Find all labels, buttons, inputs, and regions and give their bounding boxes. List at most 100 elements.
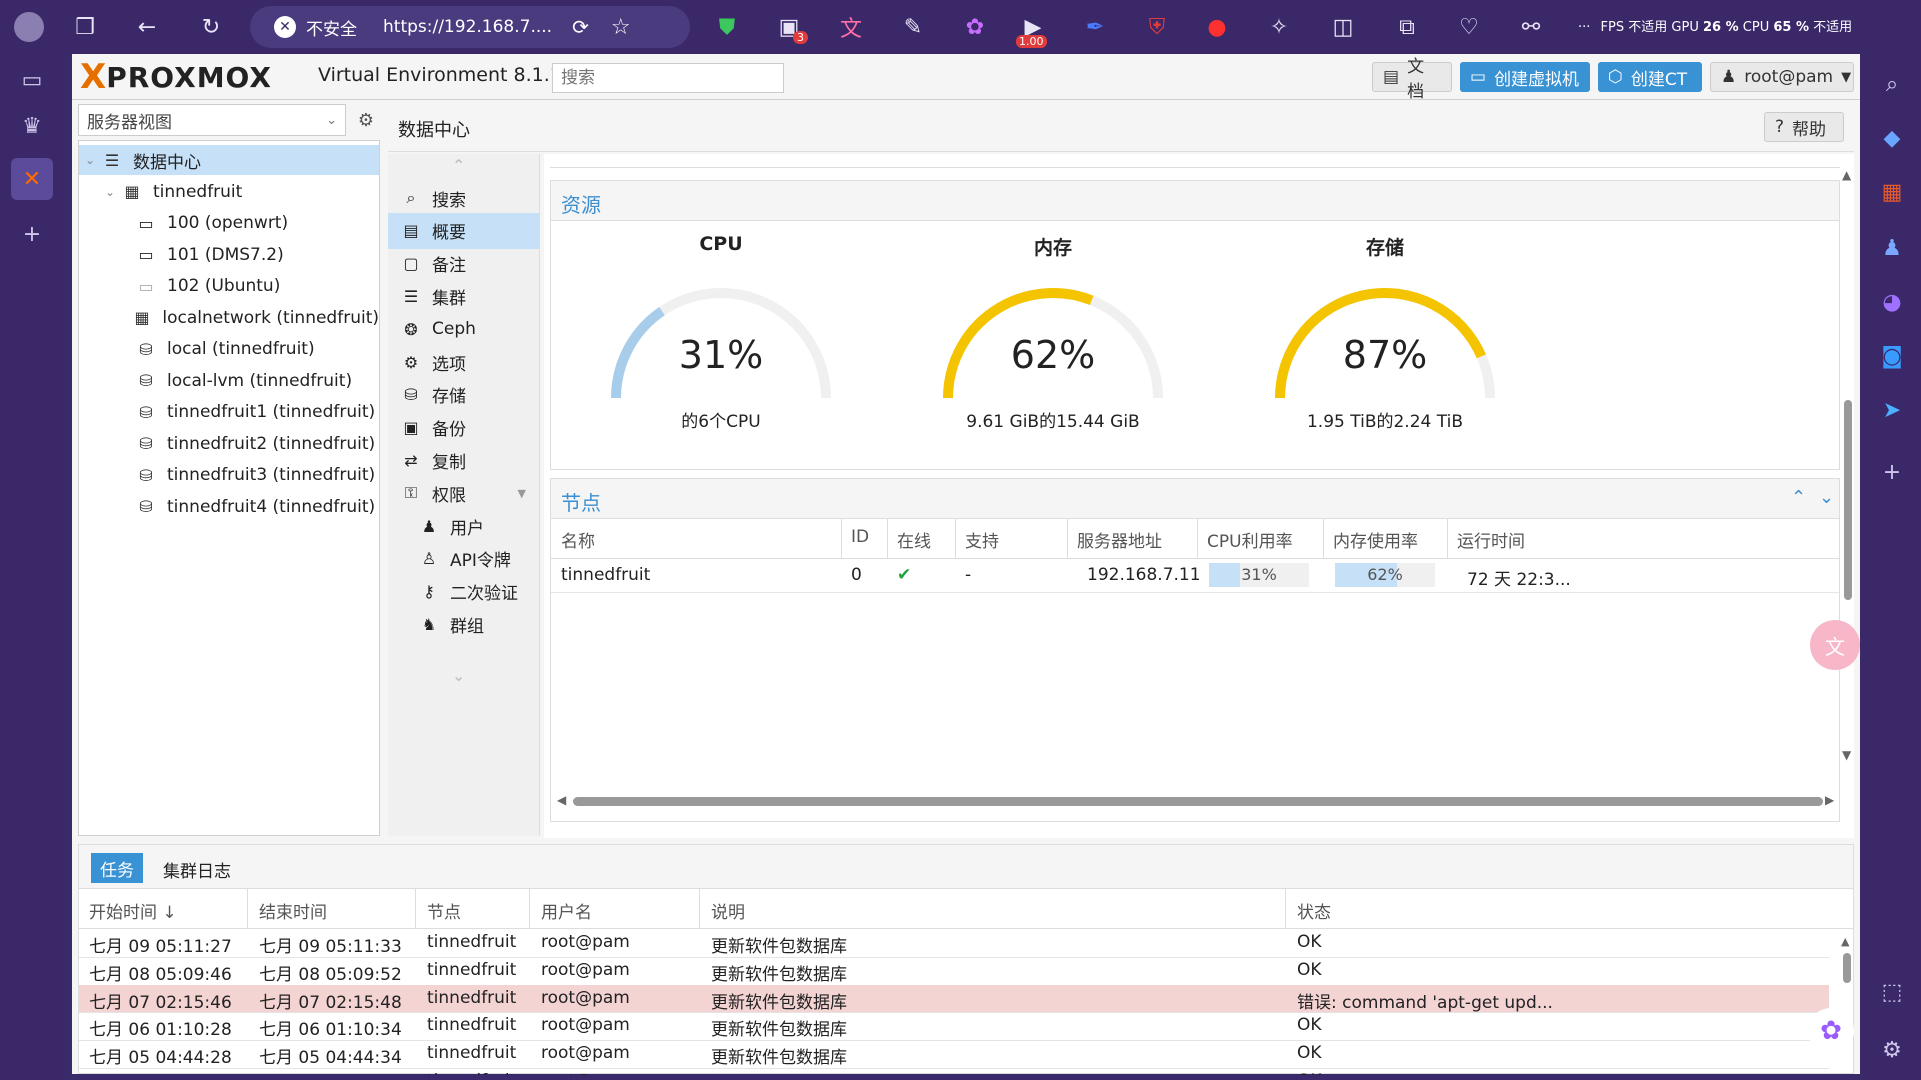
tree-item[interactable]: ▭ 100 (openwrt)	[79, 208, 379, 238]
collapse-down-icon[interactable]: ⌄	[1819, 487, 1834, 508]
task-row[interactable]: 七月 06 01:10:28 七月 06 01:10:34 tinnedfruit r…	[79, 1012, 1829, 1042]
nodes-column-header[interactable]: 内存使用率	[1333, 527, 1418, 552]
back-icon[interactable]: ←	[130, 10, 164, 44]
copilot-extension-icon[interactable]: ✿	[958, 10, 992, 44]
floating-translate-icon[interactable]: 文	[1810, 620, 1860, 670]
nodes-column-header[interactable]: CPU利用率	[1207, 527, 1293, 552]
nodes-horizontal-scrollbar[interactable]: ◀ ▶	[557, 793, 1837, 809]
summary-vertical-scrollbar[interactable]: ▲ ▼	[1842, 168, 1854, 768]
column-divider[interactable]	[1197, 519, 1198, 559]
menu-scroll-down-icon[interactable]: ⌄	[452, 666, 465, 685]
tasks-column-header[interactable]: 开始时间 ↓	[89, 898, 177, 923]
tree-item[interactable]: ⛁ local-lvm (tinnedfruit)	[79, 366, 379, 396]
view-selector[interactable]: 服务器视图 ⌄	[78, 104, 346, 136]
task-row[interactable]: 七月 07 02:15:46 七月 07 02:15:48 tinnedfruit r…	[79, 984, 1829, 1014]
tab-favicon-icon[interactable]: ♛	[14, 108, 50, 144]
menu-item[interactable]: ❂ Ceph	[388, 311, 540, 347]
menu-item[interactable]: ⌕ 搜索	[388, 180, 540, 216]
nodes-column-header[interactable]: 在线	[897, 527, 931, 552]
sidebar-search-icon[interactable]: ⌕	[1874, 66, 1910, 102]
task-row[interactable]: 七月 09 05:11:27 七月 09 05:11:33 tinnedfruit r…	[79, 929, 1829, 958]
column-divider[interactable]	[1447, 519, 1448, 559]
tree-expand-chevron-icon[interactable]: ⌄	[85, 153, 99, 167]
column-divider[interactable]	[1285, 889, 1286, 929]
user-menu-button[interactable]: ♟ root@pam ▼	[1710, 62, 1854, 92]
tasks-column-header[interactable]: 用户名	[541, 898, 592, 923]
cursor-extension-icon[interactable]: ✎	[896, 10, 930, 44]
tree-item[interactable]: ⛁ local (tinnedfruit)	[79, 334, 379, 364]
nodes-column-header[interactable]: ID	[851, 527, 869, 547]
sidebar-copilot-icon[interactable]: ◕	[1874, 284, 1910, 320]
sidebar-add-icon[interactable]: +	[1874, 454, 1910, 490]
tree-item[interactable]: ⛁ tinnedfruit2 (tinnedfruit)	[79, 429, 379, 459]
reload-icon[interactable]: ↻	[194, 10, 228, 44]
sidebar-send-icon[interactable]: ➤	[1874, 392, 1910, 428]
sidebar-capture-icon[interactable]: ⬚	[1874, 974, 1910, 1010]
create-vm-button[interactable]: ▭ 创建虚拟机	[1460, 62, 1590, 92]
translate-icon[interactable]: ⟳	[572, 15, 589, 39]
speed-extension-icon[interactable]: ▶ 1.00	[1016, 10, 1050, 48]
collections-icon[interactable]: ⧉	[1390, 10, 1424, 44]
tab-list-icon[interactable]: ▭	[14, 62, 50, 98]
scroll-right-icon[interactable]: ▶	[1825, 793, 1834, 807]
menu-item[interactable]: ⇄ 复制	[388, 442, 540, 478]
column-divider[interactable]	[247, 889, 248, 929]
column-divider[interactable]	[529, 889, 530, 929]
scroll-left-icon[interactable]: ◀	[557, 793, 566, 807]
scroll-thumb[interactable]	[573, 797, 1823, 806]
column-divider[interactable]	[699, 889, 700, 929]
sidebar-tools-icon[interactable]: ▦	[1874, 174, 1910, 210]
tasks-scroll-up-icon[interactable]: ▲	[1841, 935, 1849, 948]
menu-item[interactable]: ♙ API令牌	[388, 541, 540, 577]
column-divider[interactable]	[841, 519, 842, 559]
sidebar-tag-icon[interactable]: ◆	[1874, 120, 1910, 156]
tab-proxmox-icon[interactable]: ✕	[11, 158, 53, 200]
create-ct-button[interactable]: ⬡ 创建CT	[1598, 62, 1702, 92]
nodes-column-header[interactable]: 支持	[965, 527, 999, 552]
shield-extension-icon[interactable]: ⛊	[710, 10, 744, 44]
tasks-column-header[interactable]: 节点	[427, 898, 461, 923]
sidebar-person-icon[interactable]: ♟	[1874, 230, 1910, 266]
task-row[interactable]: 七月 05 04:44:28 七月 05 04:44:34 tinnedfruit r…	[79, 1040, 1829, 1069]
tree-item[interactable]: ⛁ tinnedfruit3 (tinnedfruit)	[79, 460, 379, 490]
tasks-column-header[interactable]: 状态	[1297, 898, 1331, 923]
nodes-column-header[interactable]: 服务器地址	[1077, 527, 1162, 552]
workspaces-icon[interactable]: ❒	[68, 10, 102, 44]
column-divider[interactable]	[887, 519, 888, 559]
tree-item[interactable]: ▦ localnetwork (tinnedfruit)	[79, 303, 379, 333]
nodes-column-header[interactable]: 运行时间	[1457, 527, 1525, 552]
tree-item[interactable]: ▭ 101 (DMS7.2)	[79, 240, 379, 270]
menu-item[interactable]: ☰ 集群	[388, 278, 540, 314]
sidebar-outlook-icon[interactable]: ◙	[1874, 338, 1910, 374]
new-tab-icon[interactable]: +	[14, 216, 50, 252]
menu-item[interactable]: ▤ 概要	[388, 212, 540, 249]
menu-item[interactable]: ♞ 群组	[388, 606, 540, 642]
vscroll-thumb[interactable]	[1844, 400, 1852, 600]
column-divider[interactable]	[1323, 519, 1324, 559]
menu-scroll-up-icon[interactable]: ⌃	[452, 156, 465, 175]
record-extension-icon[interactable]: ●	[1200, 10, 1234, 44]
menu-item[interactable]: ⚷ 二次验证	[388, 574, 540, 610]
tasks-scroll-thumb[interactable]	[1843, 953, 1851, 983]
performance-icon[interactable]: ♡	[1452, 10, 1486, 44]
tree-item[interactable]: ⛁ tinnedfruit1 (tinnedfruit)	[79, 397, 379, 427]
column-divider[interactable]	[1067, 519, 1068, 559]
address-url[interactable]: https://192.168.7....	[383, 17, 552, 37]
split-screen-icon[interactable]: ◫	[1326, 10, 1360, 44]
favorite-star-icon[interactable]: ☆	[611, 15, 631, 40]
ublock-extension-icon[interactable]: ⛨	[1140, 10, 1174, 44]
column-divider[interactable]	[415, 889, 416, 929]
floating-copilot-icon[interactable]: ✿	[1808, 1008, 1854, 1054]
task-row[interactable]: 七月 08 05:09:46 七月 08 05:09:52 tinnedfruit r…	[79, 957, 1829, 986]
vscroll-up-icon[interactable]: ▲	[1842, 168, 1851, 182]
menu-item[interactable]: ▣ 备份	[388, 410, 540, 446]
nodes-column-header[interactable]: 名称	[561, 527, 595, 552]
column-divider[interactable]	[955, 519, 956, 559]
tab-tasks[interactable]: 任务	[91, 853, 143, 883]
tree-expand-chevron-icon[interactable]: ⌄	[105, 185, 119, 199]
share-icon[interactable]: ⚯	[1514, 10, 1548, 44]
global-search-input[interactable]	[552, 63, 784, 93]
profile-avatar-icon[interactable]	[12, 10, 46, 44]
tasks-column-header[interactable]: 结束时间	[259, 898, 327, 923]
tab-cluster-log[interactable]: 集群日志	[163, 857, 231, 882]
